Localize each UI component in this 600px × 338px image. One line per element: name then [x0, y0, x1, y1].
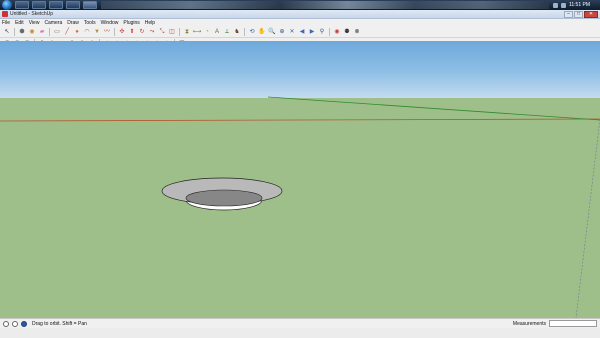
tools-toolbar: ↖ ⬢ ◉ ▰ ▭ ╱ ● ◠ ▼ 〰 ✣ ⬆ ↻ ⤳ ⤡ ◫ ⧗ ⟷ ◔ A ⟂ ♞ ⟲ ✋ 🔍 ⊕ ✕ ◀ ▶ ⚲ ◉ ⚉ ⊗ [0, 27, 600, 38]
credits-icon[interactable] [12, 320, 18, 327]
dish-model[interactable] [161, 177, 283, 211]
scale-tool-icon[interactable]: ⤡ [158, 28, 166, 36]
orbit-tool-icon[interactable]: ⟲ [248, 28, 256, 36]
dimension-tool-icon[interactable]: ⟷ [193, 28, 202, 36]
menu-bar: File Edit View Camera Draw Tools Window … [0, 19, 600, 27]
menu-help[interactable]: Help [145, 20, 155, 26]
line-tool-icon[interactable]: ╱ [63, 28, 71, 36]
tape-measure-icon[interactable]: ⧗ [183, 28, 191, 36]
rotate-tool-icon[interactable]: ↻ [138, 28, 146, 36]
axes-tool-icon[interactable]: ⟂ [223, 28, 231, 36]
section-plane-icon[interactable]: ⊗ [353, 28, 361, 36]
offset-tool-icon[interactable]: ◫ [168, 28, 176, 36]
taskbar-app-button[interactable] [66, 1, 80, 9]
menu-camera[interactable]: Camera [44, 20, 62, 26]
look-around-icon[interactable]: ◉ [333, 28, 341, 36]
dish-bowl [185, 189, 263, 207]
taskbar-app-button[interactable] [15, 1, 29, 9]
toolbar-separator [329, 28, 330, 36]
toolbar-separator [244, 28, 245, 36]
title-bar: Untitled - SketchUp – □ ✕ [0, 10, 600, 19]
text-tool-icon[interactable]: A [213, 28, 221, 36]
move-tool-icon[interactable]: ✣ [118, 28, 126, 36]
taskbar: 11:51 PM [0, 0, 600, 10]
menu-plugins[interactable]: Plugins [123, 20, 139, 26]
menu-file[interactable]: File [2, 20, 10, 26]
next-view-icon[interactable]: ▶ [308, 28, 316, 36]
toolbar-separator [114, 28, 115, 36]
push-pull-tool-icon[interactable]: ⬆ [128, 28, 136, 36]
scene-svg [0, 96, 600, 318]
select-tool-icon[interactable]: ↖ [3, 28, 11, 36]
close-button[interactable]: ✕ [584, 10, 598, 18]
system-tray: 11:51 PM [552, 0, 600, 10]
zoom-extents-icon[interactable]: ✕ [288, 28, 296, 36]
toolbar-separator [14, 28, 15, 36]
status-bar: Drag to orbit. Shift = Pan Measurements [0, 318, 600, 328]
network-icon[interactable] [552, 2, 558, 8]
toolbar-separator [179, 28, 180, 36]
start-button[interactable] [2, 0, 12, 10]
drawing-viewport[interactable] [0, 41, 600, 318]
menu-view[interactable]: View [29, 20, 40, 26]
freehand-tool-icon[interactable]: 〰 [103, 28, 111, 36]
status-message: Drag to orbit. Shift = Pan [32, 320, 87, 327]
eraser-icon[interactable]: ▰ [38, 28, 46, 36]
arc-tool-icon[interactable]: ◠ [83, 28, 91, 36]
measurements-input[interactable] [549, 320, 597, 327]
position-camera-icon[interactable]: ⚲ [318, 28, 326, 36]
toolbar-separator [49, 28, 50, 36]
instructor-icon[interactable] [21, 320, 27, 327]
maximize-button[interactable]: □ [574, 10, 583, 18]
taskbar-thumbnails [101, 1, 549, 9]
sketchup-logo-icon [2, 11, 8, 17]
taskbar-app-button[interactable] [49, 1, 63, 9]
zoom-window-icon[interactable]: ⊕ [278, 28, 286, 36]
taskbar-sketchup-button[interactable] [83, 1, 97, 9]
component-tool-icon[interactable]: ⬢ [18, 28, 26, 36]
geo-location-icon[interactable] [3, 320, 9, 327]
volume-icon[interactable] [560, 2, 566, 8]
follow-me-tool-icon[interactable]: ⤳ [148, 28, 156, 36]
circle-tool-icon[interactable]: ● [73, 28, 81, 36]
taskbar-app-button[interactable] [32, 1, 46, 9]
menu-edit[interactable]: Edit [15, 20, 24, 26]
walk-tool-icon[interactable]: ⚉ [343, 28, 351, 36]
window-title: Untitled - SketchUp [10, 11, 54, 17]
zoom-tool-icon[interactable]: 🔍 [268, 28, 276, 36]
red-axis [0, 118, 600, 122]
green-axis [267, 96, 600, 121]
protractor-icon[interactable]: ◔ [203, 28, 211, 36]
paint-bucket-icon[interactable]: ◉ [28, 28, 36, 36]
measurements-label: Measurements [512, 320, 546, 327]
3d-text-icon[interactable]: ♞ [233, 28, 241, 36]
blue-axis [575, 118, 600, 318]
window-controls: – □ ✕ [564, 10, 598, 18]
previous-view-icon[interactable]: ◀ [298, 28, 306, 36]
rectangle-tool-icon[interactable]: ▭ [53, 28, 61, 36]
clock[interactable]: 11:51 PM [569, 2, 590, 8]
menu-tools[interactable]: Tools [84, 20, 96, 26]
polygon-tool-icon[interactable]: ▼ [93, 28, 101, 36]
menu-draw[interactable]: Draw [67, 20, 79, 26]
menu-window[interactable]: Window [101, 20, 119, 26]
pan-tool-icon[interactable]: ✋ [258, 28, 266, 36]
minimize-button[interactable]: – [564, 10, 573, 18]
